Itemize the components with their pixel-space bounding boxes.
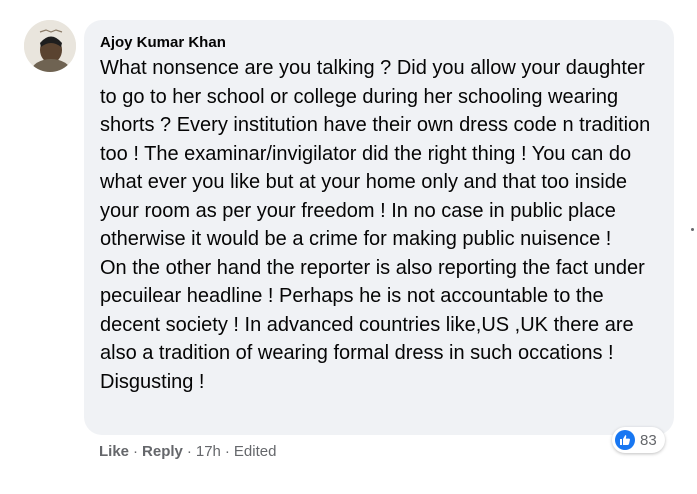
comment-author[interactable]: Ajoy Kumar Khan	[100, 34, 662, 52]
separator-dot: ·	[133, 443, 139, 460]
comment-bubble: Ajoy Kumar Khan What nonsence are you ta…	[84, 20, 674, 435]
comment-text: What nonsence are you talking ? Did you …	[100, 54, 662, 396]
separator-dot: ·	[186, 443, 192, 460]
comment-actions: Like · Reply · 17h · Edited	[99, 443, 276, 460]
avatar-photo	[24, 20, 76, 72]
more-options-icon[interactable]	[691, 228, 694, 231]
separator-dot: ·	[224, 443, 230, 460]
like-button[interactable]: Like	[99, 443, 129, 460]
edited-label[interactable]: Edited	[234, 443, 277, 460]
comment-paragraph: What nonsence are you talking ? Did you …	[100, 57, 651, 250]
comment-paragraph: On the other hand the reporter is also r…	[100, 256, 645, 393]
timestamp[interactable]: 17h	[196, 443, 221, 460]
reaction-summary[interactable]: 83	[612, 427, 665, 453]
reply-button[interactable]: Reply	[142, 443, 183, 460]
like-thumb-icon	[615, 430, 635, 450]
author-avatar[interactable]	[24, 20, 76, 72]
reaction-count: 83	[640, 431, 657, 449]
